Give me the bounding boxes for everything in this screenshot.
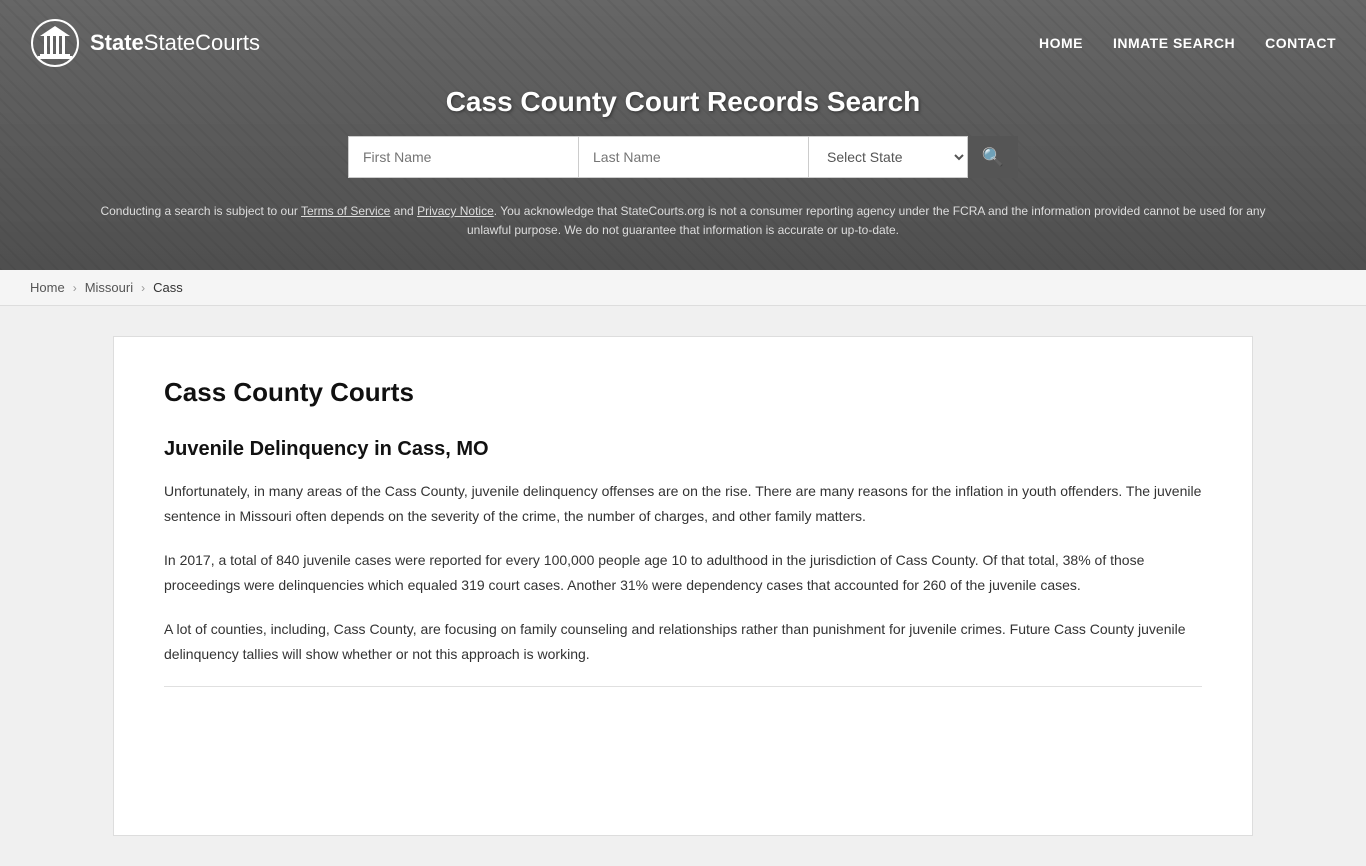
header-title-area: Cass County Court Records Search Select … — [0, 86, 1366, 270]
breadcrumb-sep-2: › — [141, 281, 145, 295]
header: StateStateCourts HOME INMATE SEARCH CONT… — [0, 0, 1366, 270]
breadcrumb: Home › Missouri › Cass — [0, 270, 1366, 306]
search-button[interactable]: 🔍 — [968, 136, 1018, 178]
page-title: Cass County Court Records Search — [20, 86, 1346, 118]
breadcrumb-sep-1: › — [73, 281, 77, 295]
state-select[interactable]: Select State Alabama Missouri — [808, 136, 968, 178]
content-heading: Cass County Courts — [164, 377, 1202, 408]
content-divider — [164, 686, 1202, 687]
logo-icon — [30, 18, 80, 68]
privacy-link[interactable]: Privacy Notice — [417, 204, 494, 218]
site-logo[interactable]: StateStateCourts — [30, 18, 260, 68]
breadcrumb-state[interactable]: Missouri — [85, 280, 133, 295]
nav-inmate-search[interactable]: INMATE SEARCH — [1113, 35, 1235, 51]
nav-links: HOME INMATE SEARCH CONTACT — [1039, 35, 1336, 51]
section1-heading: Juvenile Delinquency in Cass, MO — [164, 438, 1202, 461]
breadcrumb-home[interactable]: Home — [30, 280, 65, 295]
content-para3: A lot of counties, including, Cass Count… — [164, 617, 1202, 666]
first-name-input[interactable] — [348, 136, 578, 178]
nav-contact[interactable]: CONTACT — [1265, 35, 1336, 51]
search-icon: 🔍 — [982, 147, 1004, 168]
main-content: Cass County Courts Juvenile Delinquency … — [113, 336, 1253, 836]
disclaimer-text: Conducting a search is subject to our Te… — [20, 194, 1346, 260]
content-para2: In 2017, a total of 840 juvenile cases w… — [164, 548, 1202, 597]
main-nav: StateStateCourts HOME INMATE SEARCH CONT… — [0, 0, 1366, 86]
content-para1: Unfortunately, in many areas of the Cass… — [164, 479, 1202, 528]
nav-home[interactable]: HOME — [1039, 35, 1083, 51]
breadcrumb-county: Cass — [153, 280, 183, 295]
search-bar: Select State Alabama Missouri 🔍 — [20, 136, 1346, 178]
terms-link[interactable]: Terms of Service — [301, 204, 390, 218]
site-name: StateStateCourts — [90, 30, 260, 56]
last-name-input[interactable] — [578, 136, 808, 178]
